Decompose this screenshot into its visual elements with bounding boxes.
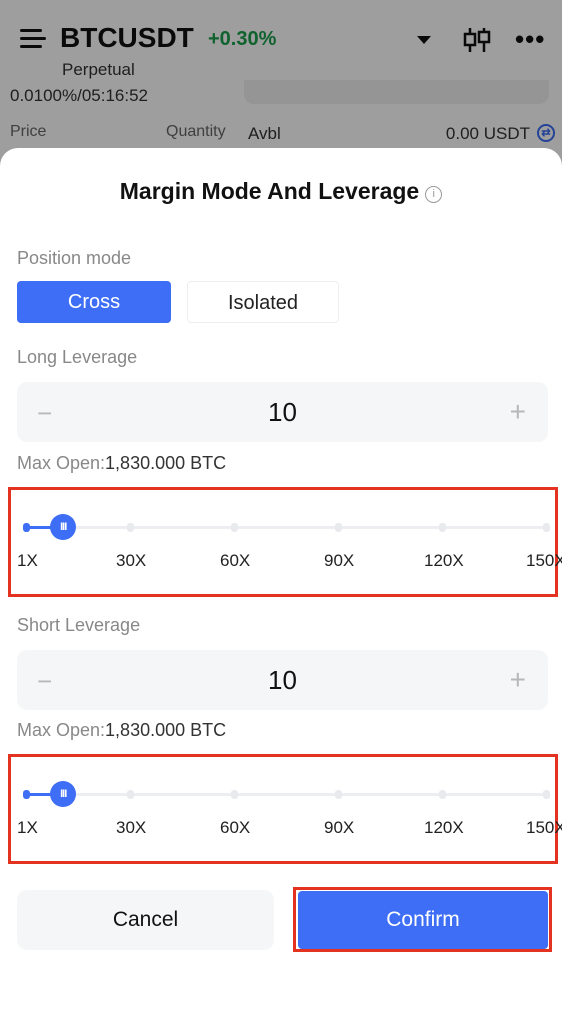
short-slider-tick-label[interactable]: 1X xyxy=(17,818,38,838)
short-slider-tick[interactable] xyxy=(231,790,238,799)
short-slider-tick[interactable] xyxy=(127,790,134,799)
long-slider-tick-label[interactable]: 120X xyxy=(424,551,464,571)
long-max-open-label: Max Open: xyxy=(17,453,106,473)
long-max-open: Max Open:1,830.000 BTC xyxy=(17,453,226,474)
long-slider-tick-label[interactable]: 90X xyxy=(324,551,354,571)
short-leverage-label: Short Leverage xyxy=(17,615,141,635)
isolated-mode-button[interactable]: Isolated xyxy=(187,281,339,323)
short-slider-tick-label[interactable]: 120X xyxy=(424,818,464,838)
long-slider-track[interactable]: III xyxy=(23,514,550,540)
dialog-title: Margin Mode And Leverage i xyxy=(0,178,562,205)
short-slider-tick[interactable] xyxy=(335,790,342,799)
short-increase-button[interactable]: + xyxy=(510,664,526,696)
short-leverage-stepper: − 10 + xyxy=(17,650,548,710)
long-slider-tick[interactable] xyxy=(335,523,342,532)
short-slider-tick-label[interactable]: 30X xyxy=(116,818,146,838)
short-max-open: Max Open:1,830.000 BTC xyxy=(17,720,226,741)
cross-mode-button[interactable]: Cross xyxy=(17,281,171,323)
long-leverage-value[interactable]: 10 xyxy=(17,397,548,428)
long-slider-tick-label[interactable]: 1X xyxy=(17,551,38,571)
long-leverage-stepper: − 10 + xyxy=(17,382,548,442)
short-slider-tick-label[interactable]: 90X xyxy=(324,818,354,838)
long-slider-tick[interactable] xyxy=(543,523,550,532)
short-slider-tick[interactable] xyxy=(543,790,550,799)
margin-leverage-sheet: Margin Mode And Leverage i Position mode … xyxy=(0,148,562,1012)
short-slider-tick[interactable] xyxy=(439,790,446,799)
long-slider-tick[interactable] xyxy=(23,523,30,532)
long-max-open-value: 1,830.000 BTC xyxy=(105,453,227,473)
short-slider-tick-label[interactable]: 150X xyxy=(526,818,562,838)
short-max-open-value: 1,830.000 BTC xyxy=(105,720,227,740)
long-slider-tick-label[interactable]: 60X xyxy=(220,551,250,571)
long-leverage-label: Long Leverage xyxy=(17,347,138,367)
short-slider-handle[interactable]: III xyxy=(50,781,77,807)
short-leverage-slider[interactable]: 1X 30X 60X 90X 120X 150X III xyxy=(8,754,562,864)
short-leverage-value[interactable]: 10 xyxy=(17,665,548,696)
long-leverage-slider[interactable]: 1X 30X 60X 90X 120X 150X III xyxy=(8,487,562,597)
position-mode-label: Position mode xyxy=(17,248,132,268)
info-icon[interactable]: i xyxy=(425,186,443,203)
long-slider-tick-label[interactable]: 30X xyxy=(116,551,146,571)
short-slider-tick[interactable] xyxy=(23,790,30,799)
long-slider-tick[interactable] xyxy=(439,523,446,532)
dialog-title-text: Margin Mode And Leverage xyxy=(119,178,420,204)
cancel-button[interactable]: Cancel xyxy=(17,890,274,950)
long-slider-tick-label[interactable]: 150X xyxy=(526,551,562,571)
short-slider-tick-label[interactable]: 60X xyxy=(220,818,250,838)
long-slider-tick[interactable] xyxy=(127,523,134,532)
long-slider-tick[interactable] xyxy=(231,523,238,532)
long-increase-button[interactable]: + xyxy=(510,396,526,428)
long-slider-handle[interactable]: III xyxy=(50,514,77,540)
confirm-button[interactable]: Confirm xyxy=(298,891,548,949)
short-slider-track[interactable]: III xyxy=(23,781,550,807)
confirm-highlight: Confirm xyxy=(293,887,552,952)
short-max-open-label: Max Open: xyxy=(17,720,106,740)
